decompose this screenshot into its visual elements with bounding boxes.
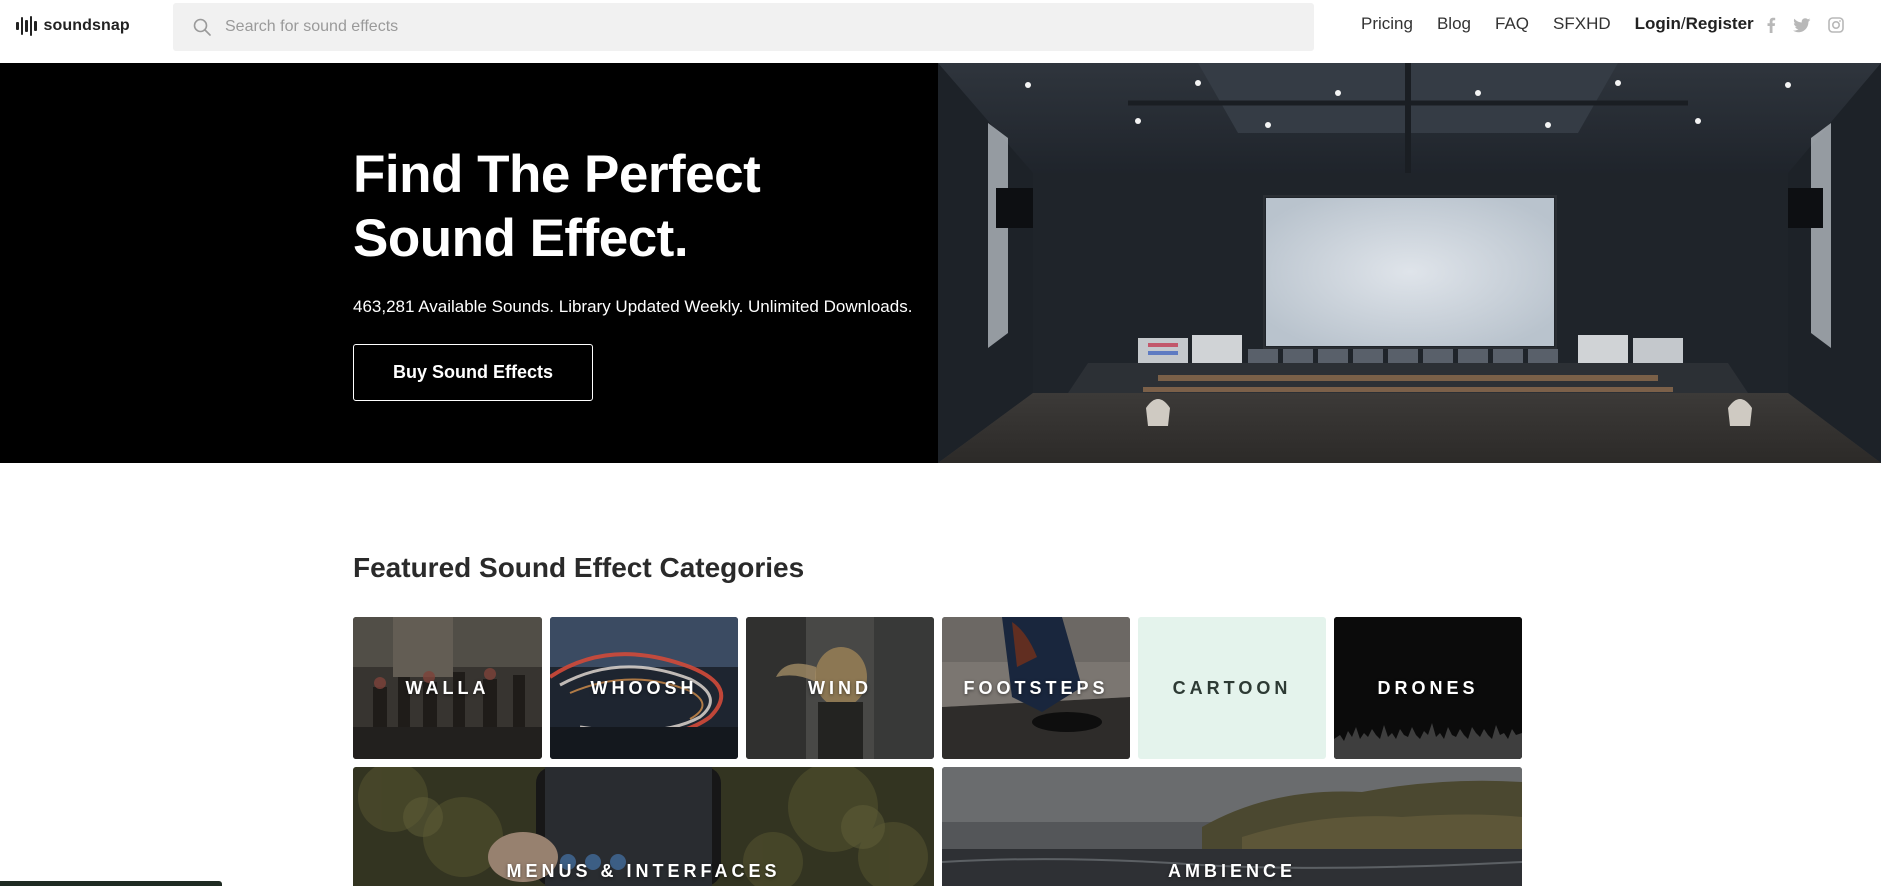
register-link[interactable]: Register — [1686, 14, 1754, 33]
logo-text: soundsnap — [43, 17, 130, 34]
search-input[interactable] — [225, 3, 1295, 51]
logo[interactable]: soundsnap — [16, 14, 130, 38]
soundwave-logo-icon — [16, 15, 37, 37]
buy-sound-effects-button[interactable]: Buy Sound Effects — [353, 344, 593, 401]
nav-pricing[interactable]: Pricing — [1361, 14, 1413, 34]
category-footsteps-label: FOOTSTEPS — [963, 677, 1109, 698]
hero-section: Find The Perfect Sound Effect. 463,281 A… — [0, 63, 1881, 463]
studio-photo — [938, 63, 1881, 463]
nav-sfxhd[interactable]: SFXHD — [1553, 14, 1611, 34]
nav-blog[interactable]: Blog — [1437, 14, 1471, 34]
category-whoosh-label: WHOOSH — [590, 677, 698, 698]
hero-title-line1: Find The Perfect — [353, 145, 761, 204]
social-links — [1766, 17, 1844, 33]
category-whoosh[interactable]: WHOOSH — [550, 617, 738, 759]
category-ambience-label: AMBIENCE — [1167, 861, 1296, 881]
category-drones[interactable]: DRONES — [1334, 617, 1522, 759]
category-ambience[interactable]: AMBIENCE — [942, 767, 1522, 886]
nav-faq[interactable]: FAQ — [1495, 14, 1529, 34]
cookie-banner-edge — [0, 881, 222, 886]
login-register: Login/Register — [1635, 14, 1754, 34]
category-walla[interactable]: WALLA — [353, 617, 542, 759]
category-menus-interfaces[interactable]: MENUS & INTERFACES — [353, 767, 934, 886]
category-wind-label: WIND — [808, 677, 872, 698]
category-footsteps[interactable]: FOOTSTEPS — [942, 617, 1130, 759]
search-bar — [173, 3, 1314, 51]
category-wind[interactable]: WIND — [746, 617, 934, 759]
instagram-icon[interactable] — [1828, 17, 1844, 33]
featured-categories-title: Featured Sound Effect Categories — [353, 552, 805, 583]
search-icon — [193, 18, 211, 36]
main-nav: Pricing Blog FAQ SFXHD Login/Register — [1361, 14, 1754, 34]
facebook-icon[interactable] — [1766, 17, 1776, 33]
hero-title: Find The Perfect Sound Effect. — [353, 143, 912, 271]
twitter-icon[interactable] — [1793, 17, 1811, 33]
category-walla-label: WALLA — [405, 677, 490, 698]
hero-text: Find The Perfect Sound Effect. 463,281 A… — [353, 143, 912, 317]
site-header: soundsnap Pricing Blog FAQ SFXHD Login/R… — [0, 0, 1881, 63]
category-cartoon[interactable]: CARTOON — [1138, 617, 1326, 759]
category-drones-label: DRONES — [1377, 677, 1479, 698]
hero-title-line2: Sound Effect. — [353, 209, 689, 268]
hero-subtitle: 463,281 Available Sounds. Library Update… — [353, 297, 913, 316]
category-cartoon-label: CARTOON — [1172, 677, 1292, 698]
category-menus-interfaces-label: MENUS & INTERFACES — [506, 861, 781, 881]
login-link[interactable]: Login — [1635, 14, 1681, 33]
